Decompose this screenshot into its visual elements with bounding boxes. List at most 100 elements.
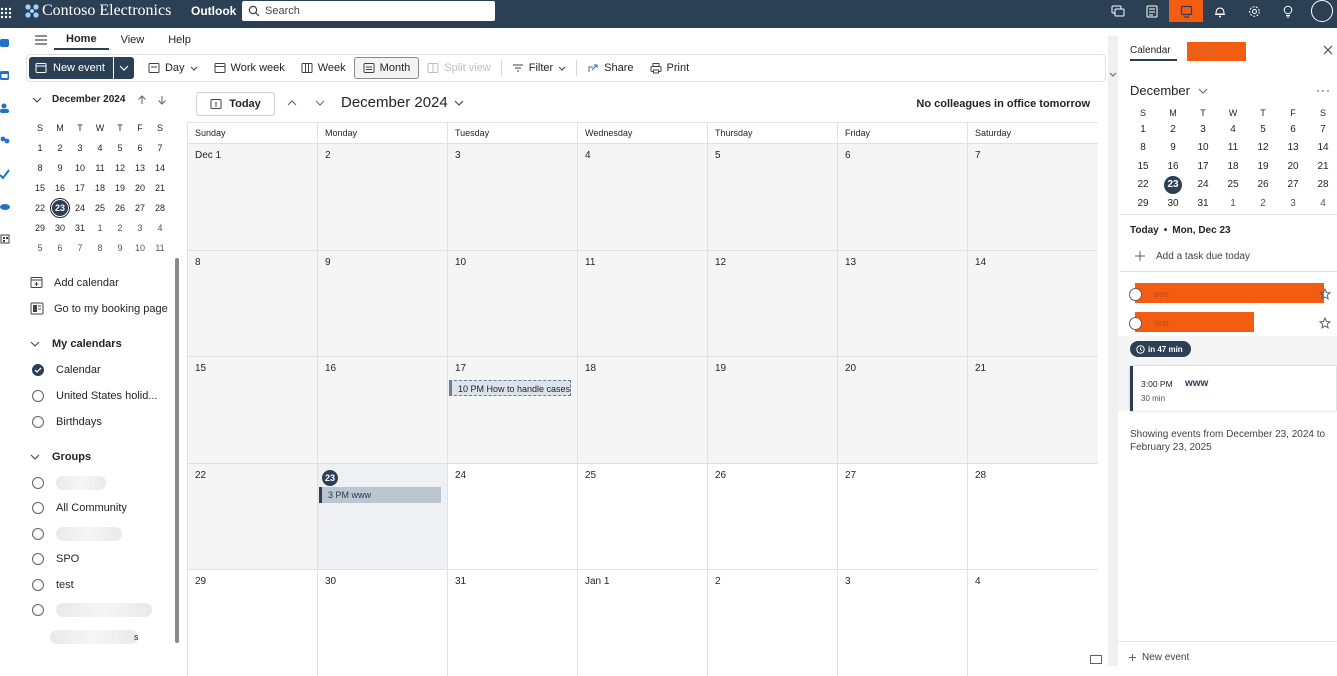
work-week-button[interactable]: Work week bbox=[206, 57, 293, 79]
mini-calendar-day[interactable]: 30 bbox=[50, 218, 70, 238]
chat-icon[interactable] bbox=[1101, 0, 1135, 22]
right-calendar-day[interactable]: 4 bbox=[1218, 120, 1248, 139]
mini-calendar-day[interactable]: 28 bbox=[150, 198, 170, 218]
month-title-button[interactable]: December 2024 bbox=[341, 94, 464, 111]
right-calendar-day[interactable]: 31 bbox=[1188, 194, 1218, 213]
mini-calendar-day[interactable]: 10 bbox=[130, 238, 150, 258]
unchecked-circle-icon[interactable] bbox=[32, 390, 44, 402]
hamburger-icon[interactable] bbox=[28, 34, 54, 46]
colleagues-status[interactable]: No colleagues in office tomorrow bbox=[916, 98, 1090, 110]
day-cell[interactable]: Dec 1 bbox=[187, 143, 317, 250]
week-button[interactable]: Week bbox=[293, 57, 354, 79]
my-calendars-header[interactable]: My calendars bbox=[30, 338, 122, 350]
lightbulb-icon[interactable] bbox=[1271, 0, 1305, 22]
right-calendar-day[interactable]: 16 bbox=[1158, 157, 1188, 176]
mini-calendar-day[interactable]: 15 bbox=[30, 178, 50, 198]
mini-calendar-day[interactable]: 29 bbox=[30, 218, 50, 238]
task-item[interactable]: eee bbox=[1118, 282, 1337, 310]
day-cell[interactable]: 5 bbox=[707, 143, 837, 250]
mini-calendar-day[interactable]: 1 bbox=[90, 218, 110, 238]
day-cell[interactable]: 11 bbox=[577, 249, 707, 356]
right-calendar-day[interactable]: 30 bbox=[1158, 194, 1188, 213]
app-name[interactable]: Outlook bbox=[191, 4, 236, 18]
day-cell[interactable]: 13 bbox=[837, 249, 967, 356]
right-calendar-day[interactable]: 2 bbox=[1158, 120, 1188, 139]
month-button[interactable]: Month bbox=[353, 57, 420, 79]
right-calendar-day[interactable]: 29 bbox=[1128, 194, 1158, 213]
month-picker[interactable]: December bbox=[1130, 83, 1208, 98]
mini-calendar-day[interactable]: 8 bbox=[90, 238, 110, 258]
right-calendar-day[interactable]: 11 bbox=[1218, 139, 1248, 158]
right-calendar-day[interactable]: 12 bbox=[1248, 139, 1278, 158]
brand[interactable]: Contoso Electronics bbox=[24, 2, 171, 20]
folder-pane-scrollbar[interactable] bbox=[175, 258, 179, 643]
right-calendar-day[interactable]: 26 bbox=[1248, 176, 1278, 195]
mini-calendar-day[interactable]: 14 bbox=[150, 158, 170, 178]
unchecked-circle-icon[interactable] bbox=[32, 477, 44, 489]
day-cell[interactable]: 23 3 PM www bbox=[317, 462, 447, 569]
right-calendar-day[interactable]: 3 bbox=[1278, 194, 1308, 213]
right-calendar-day[interactable]: 24 bbox=[1188, 176, 1218, 195]
apps-icon[interactable] bbox=[0, 233, 10, 245]
add-task-button[interactable]: Add a task due today bbox=[1134, 250, 1250, 262]
day-cell[interactable]: 22 bbox=[187, 462, 317, 569]
mini-calendar-day[interactable]: 2 bbox=[50, 138, 70, 158]
share-button[interactable]: Share bbox=[579, 57, 641, 79]
day-cell[interactable]: 25 bbox=[577, 462, 707, 569]
right-calendar-day[interactable]: 15 bbox=[1128, 157, 1158, 176]
mini-calendar-day[interactable]: 9 bbox=[110, 238, 130, 258]
group-item-test[interactable]: test bbox=[32, 579, 74, 591]
day-cell[interactable]: 29 bbox=[187, 569, 317, 676]
day-cell[interactable]: 21 bbox=[967, 356, 1098, 463]
print-button[interactable]: Print bbox=[642, 57, 698, 79]
day-cell[interactable]: 27 bbox=[837, 462, 967, 569]
right-calendar-day[interactable]: 4 bbox=[1308, 194, 1337, 213]
unchecked-circle-icon[interactable] bbox=[32, 416, 44, 428]
checked-circle-icon[interactable] bbox=[32, 364, 44, 376]
expand-icon[interactable] bbox=[1090, 655, 1102, 664]
day-cell[interactable]: 2 bbox=[317, 143, 447, 250]
unchecked-circle-icon[interactable] bbox=[32, 579, 44, 591]
unchecked-circle-icon[interactable] bbox=[32, 604, 44, 616]
day-view-button[interactable]: Day bbox=[140, 57, 206, 79]
unchecked-circle-icon[interactable] bbox=[32, 553, 44, 565]
group-item-redacted-partial[interactable]: s bbox=[50, 630, 139, 644]
new-event-link[interactable]: New event bbox=[1128, 652, 1189, 663]
right-calendar-day[interactable]: 3 bbox=[1188, 120, 1218, 139]
mini-calendar-day[interactable]: 1 bbox=[30, 138, 50, 158]
right-calendar-day[interactable]: 9 bbox=[1158, 139, 1188, 158]
next-month-icon[interactable] bbox=[314, 97, 328, 111]
day-cell[interactable]: 30 bbox=[317, 569, 447, 676]
event-card[interactable]: 3:00 PM 30 min www bbox=[1130, 366, 1336, 411]
day-cell[interactable]: 31 bbox=[447, 569, 577, 676]
group-item-redacted[interactable] bbox=[32, 476, 106, 490]
groups-icon[interactable] bbox=[0, 135, 10, 147]
mini-calendar-day[interactable]: 7 bbox=[150, 138, 170, 158]
task-item[interactable]: test bbox=[1118, 311, 1337, 339]
day-cell[interactable]: 2 bbox=[707, 569, 837, 676]
mini-calendar-day[interactable]: 21 bbox=[150, 178, 170, 198]
mini-calendar-day[interactable]: 6 bbox=[130, 138, 150, 158]
right-calendar-day[interactable]: 17 bbox=[1188, 157, 1218, 176]
mini-calendar-day[interactable]: 20 bbox=[130, 178, 150, 198]
today-button[interactable]: Today bbox=[196, 92, 275, 116]
mini-calendar-day[interactable]: 13 bbox=[130, 158, 150, 178]
day-cell[interactable]: 26 bbox=[707, 462, 837, 569]
mini-calendar-day[interactable]: 3 bbox=[70, 138, 90, 158]
group-item-spo[interactable]: SPO bbox=[32, 553, 79, 565]
calendar-icon[interactable] bbox=[0, 70, 10, 82]
notes-icon[interactable] bbox=[1135, 0, 1169, 22]
previous-month-icon[interactable] bbox=[286, 97, 300, 111]
mini-calendar-day[interactable]: 16 bbox=[50, 178, 70, 198]
tab-calendar[interactable]: Calendar bbox=[1130, 42, 1177, 61]
day-cell[interactable]: 24 bbox=[447, 462, 577, 569]
mini-calendar-day[interactable]: 10 bbox=[70, 158, 90, 178]
mini-calendar-day[interactable]: 27 bbox=[130, 198, 150, 218]
right-calendar-day[interactable]: 6 bbox=[1278, 120, 1308, 139]
day-cell[interactable]: 12 bbox=[707, 249, 837, 356]
mail-icon[interactable] bbox=[0, 37, 10, 49]
tab-home[interactable]: Home bbox=[54, 30, 109, 50]
new-event-button[interactable]: New event bbox=[29, 57, 114, 79]
day-cell[interactable]: 20 bbox=[837, 356, 967, 463]
mini-calendar-day[interactable]: 23 bbox=[50, 198, 70, 218]
